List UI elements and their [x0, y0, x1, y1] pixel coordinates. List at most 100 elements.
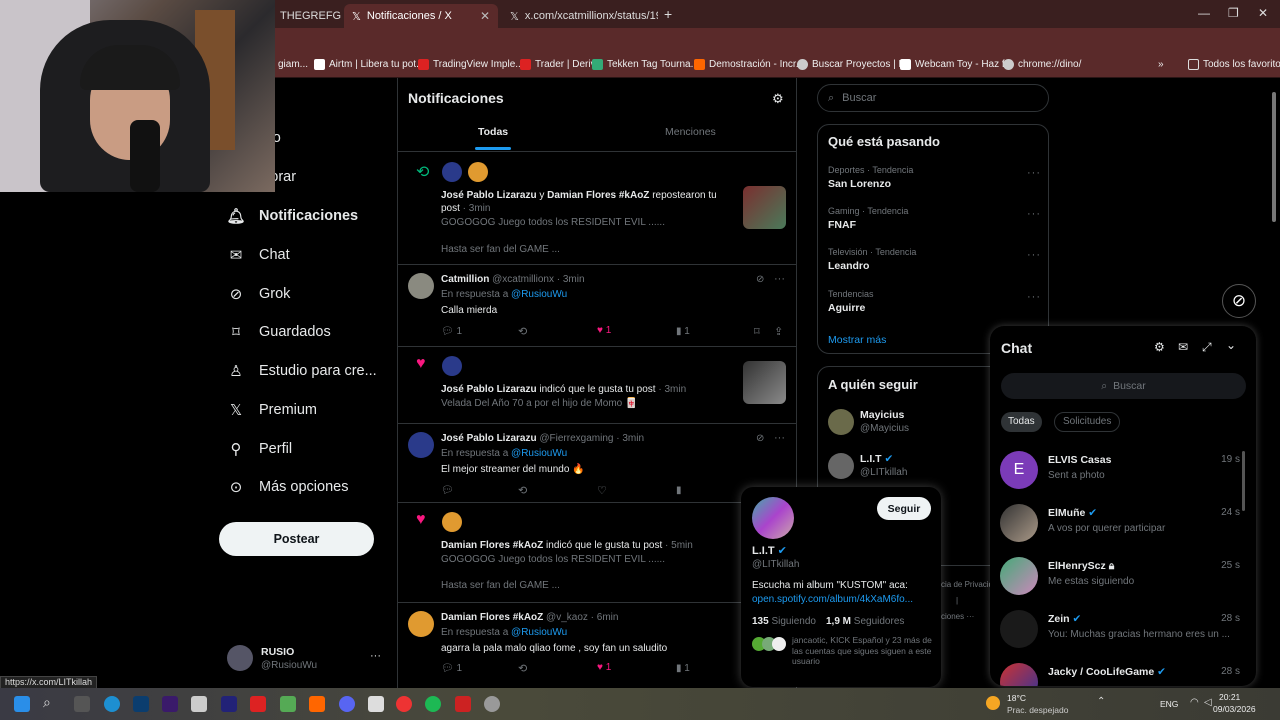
close-window-icon[interactable]: ✕ — [1258, 6, 1268, 20]
chat-conversation[interactable]: Zein ✔ You: Muchas gracias hermano eres … — [1000, 604, 1246, 654]
bookmark-icon[interactable]: ⌑ — [754, 325, 760, 338]
gear-icon[interactable]: ⚙ — [1154, 340, 1165, 354]
grok-icon[interactable]: ⊘ — [1222, 284, 1256, 318]
follow-name[interactable]: L.I.T ✔ — [860, 453, 893, 465]
discord-icon[interactable] — [339, 696, 355, 712]
avatar[interactable] — [828, 453, 854, 479]
tab-mentions[interactable]: Menciones — [665, 126, 716, 138]
app-icon[interactable] — [221, 696, 237, 712]
chat-conversation[interactable]: Jacky / CooLifeGame ✔ 28 s — [1000, 657, 1246, 686]
nav-grok[interactable]: ⊘ Grok — [227, 285, 291, 303]
nav-notifications[interactable]: 🔔︎ Notificaciones — [226, 207, 358, 225]
views-icon[interactable]: ▮ 1 — [676, 663, 690, 674]
share-icon[interactable]: ⇪ — [774, 325, 783, 338]
notification-like[interactable]: ♥ José Pablo Lizarazu indicó que le gust… — [398, 347, 796, 424]
bookmark-item[interactable]: Buscar Proyectos | F... — [797, 59, 912, 70]
avatar[interactable] — [408, 611, 434, 637]
search-input[interactable]: ⌕ Buscar — [817, 84, 1049, 112]
grok-icon[interactable]: ⊘ — [756, 274, 764, 285]
app-icon[interactable] — [368, 696, 384, 712]
clock-time[interactable]: 20:21 — [1219, 692, 1240, 702]
show-more-link[interactable]: Mostrar más — [828, 334, 886, 346]
tab-all[interactable]: Todas — [478, 126, 508, 138]
chevron-up-icon[interactable]: ⌃ — [1097, 696, 1105, 707]
following-count[interactable]: 135 Siguiendo — [752, 616, 816, 627]
minecraft-icon[interactable] — [280, 696, 296, 712]
post-button[interactable]: Postear — [219, 522, 374, 556]
weather-icon[interactable] — [986, 696, 1000, 710]
nav-more[interactable]: ⊙ Más opciones — [227, 478, 349, 496]
chat-search-input[interactable]: ⌕ Buscar — [1001, 373, 1246, 399]
views-icon[interactable]: ▮ 1 — [676, 326, 690, 337]
followers-count[interactable]: 1,9 M Seguidores — [826, 616, 904, 627]
browser-tab[interactable]: THEGREFG✕ — [272, 4, 344, 28]
bookmark-item[interactable]: Tekken Tag Tourna... — [592, 59, 699, 70]
avatar[interactable] — [442, 512, 462, 532]
expand-icon[interactable]: ⤢ — [1202, 340, 1212, 355]
notification-reply[interactable]: José Pablo Lizarazu @Fierrexgaming · 3mi… — [398, 424, 796, 503]
like-button[interactable]: ♡ — [597, 484, 607, 497]
more-icon[interactable]: ··· — [774, 273, 785, 285]
trend-item[interactable]: Tendencias Aguirre — [828, 289, 874, 314]
all-bookmarks[interactable]: Todos los favoritos — [1188, 59, 1280, 70]
post-thumbnail[interactable] — [743, 361, 786, 404]
avatar[interactable] — [408, 273, 434, 299]
bookmark-item[interactable]: chrome://dino/ — [1003, 59, 1081, 70]
chrome-icon[interactable] — [396, 696, 412, 712]
chat-conversation[interactable]: E ELVIS Casas Sent a photo 19 s — [1000, 445, 1246, 495]
spotify-icon[interactable] — [425, 696, 441, 712]
photoshop-icon[interactable] — [133, 696, 149, 712]
task-view-icon[interactable] — [74, 696, 90, 712]
hovercard-name[interactable]: L.I.T ✔ — [752, 544, 787, 557]
avatar[interactable] — [828, 409, 854, 435]
views-icon[interactable]: ▮ — [676, 485, 682, 496]
maximize-icon[interactable]: ❐ — [1228, 6, 1239, 20]
footer-link[interactable]: cia de Privacid — [941, 580, 993, 589]
windows-start-icon[interactable] — [14, 696, 30, 712]
post-thumbnail[interactable] — [743, 186, 786, 229]
clock-date[interactable]: 09/03/2026 — [1213, 704, 1256, 714]
bookmark-item[interactable]: Trader | Deriv — [520, 59, 596, 70]
nav-premium[interactable]: 𝕏 Premium — [227, 401, 317, 419]
minimize-icon[interactable]: — — [1198, 6, 1210, 20]
app-icon[interactable] — [191, 696, 207, 712]
avatar[interactable] — [468, 162, 488, 182]
repost-icon[interactable]: ⟲ — [518, 325, 527, 338]
bookmark-item[interactable]: Webcam Toy - Haz f... — [900, 59, 1013, 70]
new-tab-button[interactable]: + — [664, 6, 672, 22]
account-switcher[interactable]: RUSIO @RusiouWu ··· — [226, 644, 396, 674]
follow-name[interactable]: Mayicius — [860, 409, 904, 421]
chat-filter-requests[interactable]: Solicitudes — [1054, 412, 1121, 432]
notification-repost[interactable]: ⟲ José Pablo Lizarazu y Damian Flores #k… — [398, 152, 796, 265]
scrollbar-thumb[interactable] — [1272, 92, 1276, 222]
reply-button[interactable]: 💬︎ — [441, 485, 454, 496]
notification-reply[interactable]: Damian Flores #kAoZ @v_kaoz · 6min En re… — [398, 603, 796, 693]
chat-conversation[interactable]: ElHenryScz 🔒︎ Me estas siguiendo 25 s — [1000, 551, 1246, 601]
more-icon[interactable]: ··· — [774, 432, 785, 444]
app-icon[interactable] — [484, 696, 500, 712]
bookmark-item[interactable]: Demostración - Incr... — [694, 59, 804, 70]
nav-chat[interactable]: ✉ Chat — [227, 246, 290, 264]
bookmark-item[interactable]: TradingView Imple... — [418, 59, 524, 70]
hovercard-link[interactable]: open.spotify.com/album/4kXaM6fo... — [752, 594, 913, 605]
like-button[interactable]: ♥ 1 — [597, 325, 611, 336]
gear-icon[interactable]: ⚙ — [772, 91, 784, 107]
mutual-followers[interactable]: jancaotic, KICK Español y 23 más de las … — [792, 635, 932, 667]
notification-reply[interactable]: Catmillion @xcatmillionx · 3min ⊘ ··· En… — [398, 265, 796, 347]
deriv-icon[interactable] — [250, 696, 266, 712]
premiere-icon[interactable] — [162, 696, 178, 712]
more-icon[interactable]: ··· — [1027, 291, 1041, 303]
trend-item[interactable]: Televisión · Tendencia Leandro — [828, 247, 916, 272]
repost-icon[interactable]: ⟲ — [518, 662, 527, 675]
notification-like[interactable]: ♥ Damian Flores #kAoZ indicó que le gust… — [398, 503, 796, 603]
like-button[interactable]: ♥ 1 — [597, 662, 611, 673]
page-scrollbar[interactable] — [1270, 80, 1278, 685]
reply-button[interactable]: 💬︎ 1 — [441, 326, 462, 337]
avatar[interactable] — [408, 432, 434, 458]
brave-icon[interactable] — [309, 696, 325, 712]
compose-message-icon[interactable]: ✉ — [1178, 340, 1188, 354]
reply-button[interactable]: 💬︎ 1 — [441, 663, 462, 674]
browser-tab[interactable]: 𝕏x.com/xcatmillionx/status/1940✕ — [502, 4, 658, 28]
language-indicator[interactable]: ENG — [1160, 699, 1178, 709]
more-icon[interactable]: ··· — [370, 650, 381, 662]
